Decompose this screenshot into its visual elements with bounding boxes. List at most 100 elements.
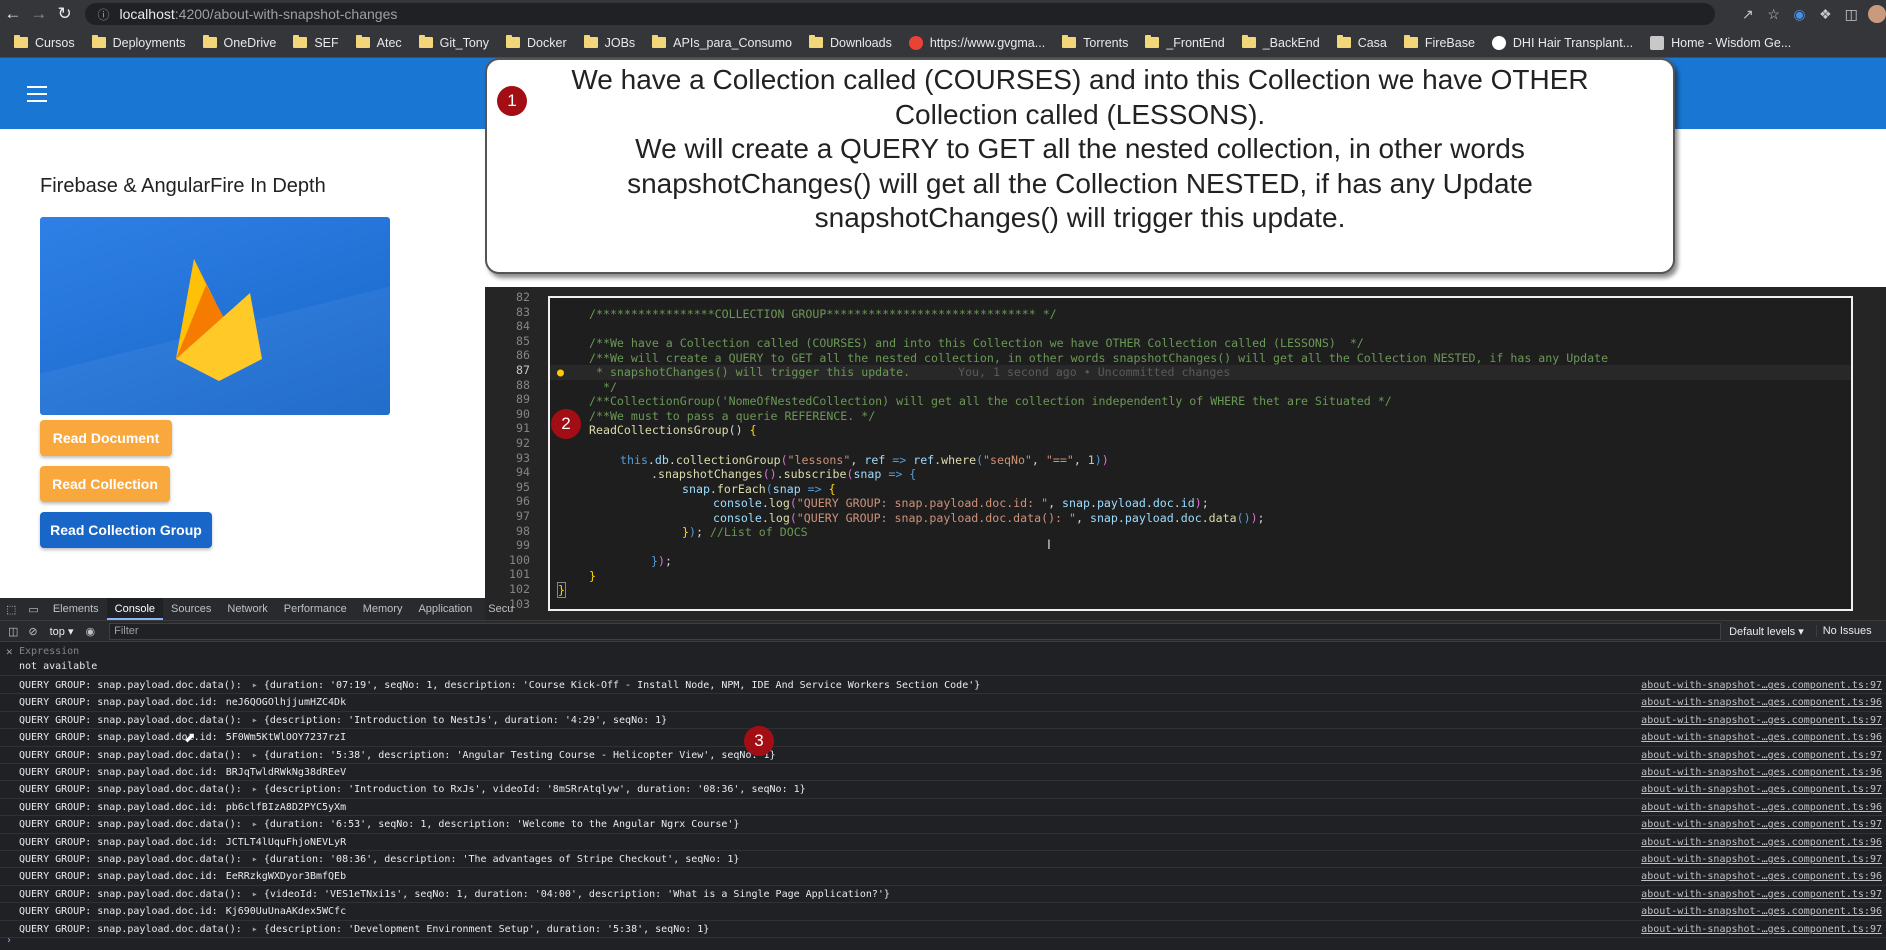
info-icon[interactable]: ⓘ xyxy=(97,6,109,23)
console-row[interactable]: QUERY GROUP: snap.payload.doc.id: JCTLT4l… xyxy=(0,834,1886,851)
source-link[interactable]: about-with-snapshot-…ges.component.ts:97 xyxy=(1641,921,1882,938)
issues-badge[interactable]: No Issues xyxy=(1815,625,1872,637)
console-row[interactable]: QUERY GROUP: snap.payload.doc.data(): ▸ {… xyxy=(0,781,1886,799)
code-editor[interactable]: /*****************COLLECTION GROUP******… xyxy=(548,296,1853,611)
source-link[interactable]: about-with-snapshot-…ges.component.ts:97 xyxy=(1641,886,1882,903)
console-prompt[interactable]: › xyxy=(6,935,12,946)
sidebar-toggle-icon[interactable]: ◫ xyxy=(0,625,22,638)
bookmark-apis[interactable]: APIs_para_Consumo xyxy=(652,35,792,50)
device-toggle-icon[interactable]: ▭ xyxy=(22,603,44,616)
console-row[interactable]: QUERY GROUP: snap.payload.doc.data(): ▸ {… xyxy=(0,747,1886,764)
bookmark-git-tony[interactable]: Git_Tony xyxy=(418,35,489,50)
expand-triangle-icon[interactable]: ▸ xyxy=(252,889,264,900)
expand-triangle-icon[interactable]: ▸ xyxy=(252,784,264,795)
expression-label[interactable]: Expression xyxy=(19,646,79,657)
lightbulb-icon[interactable]: ● xyxy=(557,365,564,380)
bookmark-sef[interactable]: SEF xyxy=(293,35,339,50)
console-row[interactable]: QUERY GROUP: snap.payload.doc.id: BRJqTwl… xyxy=(0,764,1886,782)
bookmark-dhi[interactable]: DHI Hair Transplant... xyxy=(1491,35,1633,50)
expand-triangle-icon[interactable]: ▸ xyxy=(252,854,264,865)
expand-triangle-icon[interactable]: ▸ xyxy=(252,819,264,830)
tab-sources[interactable]: Sources xyxy=(163,598,219,620)
bookmark-cursos[interactable]: Cursos xyxy=(14,35,75,50)
tab-network[interactable]: Network xyxy=(219,598,275,620)
bookmark-gvgma[interactable]: https://www.gvgma... xyxy=(908,35,1045,50)
share-icon[interactable]: ↗ xyxy=(1735,6,1761,23)
console-row[interactable]: QUERY GROUP: snap.payload.doc.data(): ▸ {… xyxy=(0,851,1886,869)
bookmark-torrents[interactable]: Torrents xyxy=(1062,35,1128,50)
bookmark-casa[interactable]: Casa xyxy=(1336,35,1387,50)
source-link[interactable]: about-with-snapshot-…ges.component.ts:96 xyxy=(1641,694,1882,711)
bookmark-wisdom[interactable]: Home - Wisdom Ge... xyxy=(1650,35,1791,50)
tab-console[interactable]: Console xyxy=(106,598,164,620)
profile-avatar[interactable] xyxy=(1868,5,1886,23)
source-link[interactable]: about-with-snapshot-…ges.component.ts:97 xyxy=(1641,677,1882,694)
object-preview[interactable]: {description: 'Development Environment S… xyxy=(264,924,710,935)
source-link[interactable]: about-with-snapshot-…ges.component.ts:96 xyxy=(1641,903,1882,920)
address-bar-input[interactable]: ⓘ localhost:4200/about-with-snapshot-cha… xyxy=(85,3,1715,25)
console-row[interactable]: QUERY GROUP: snap.payload.doc.id: EeRRzkg… xyxy=(0,868,1886,886)
context-select[interactable]: top ▾ xyxy=(44,625,80,638)
sidebar-icon[interactable]: ◫ xyxy=(1838,6,1864,23)
puzzle-icon[interactable]: ❖ xyxy=(1812,6,1838,23)
object-preview[interactable]: {duration: '08:36', description: 'The ad… xyxy=(264,854,740,865)
extension-circle-icon[interactable]: ◉ xyxy=(1787,6,1813,23)
console-row[interactable]: QUERY GROUP: snap.payload.doc.id: pb6clfB… xyxy=(0,799,1886,817)
source-link[interactable]: about-with-snapshot-…ges.component.ts:96 xyxy=(1641,764,1882,781)
source-link[interactable]: about-with-snapshot-…ges.component.ts:96 xyxy=(1641,834,1882,851)
tab-security[interactable]: Secu xyxy=(480,598,521,620)
tab-application[interactable]: Application xyxy=(410,598,480,620)
object-preview[interactable]: {duration: '6:53', seqNo: 1, description… xyxy=(264,819,740,830)
console-row[interactable]: QUERY GROUP: snap.payload.doc.id: neJ6QOG… xyxy=(0,694,1886,712)
console-row[interactable]: QUERY GROUP: snap.payload.doc.data(): ▸ {… xyxy=(0,816,1886,834)
source-link[interactable]: about-with-snapshot-…ges.component.ts:97 xyxy=(1641,712,1882,729)
console-row[interactable]: QUERY GROUP: snap.payload.doc.data(): ▸ {… xyxy=(0,921,1886,938)
object-preview[interactable]: {duration: '5:38', description: 'Angular… xyxy=(264,750,776,761)
source-link[interactable]: about-with-snapshot-…ges.component.ts:97 xyxy=(1641,816,1882,833)
back-arrow-icon[interactable]: ← xyxy=(0,0,26,28)
forward-arrow-icon[interactable]: → xyxy=(26,0,52,28)
object-preview[interactable]: {description: 'Introduction to NestJs', … xyxy=(264,715,667,726)
star-icon[interactable]: ☆ xyxy=(1761,6,1787,23)
eye-icon[interactable]: ◉ xyxy=(80,625,102,638)
levels-select[interactable]: Default levels ▾ xyxy=(1729,625,1804,638)
source-link[interactable]: about-with-snapshot-…ges.component.ts:97 xyxy=(1641,747,1882,764)
console-row[interactable]: QUERY GROUP: snap.payload.doc.data(): ▸ {… xyxy=(0,677,1886,695)
tab-performance[interactable]: Performance xyxy=(276,598,355,620)
read-collection-button[interactable]: Read Collection xyxy=(40,466,170,502)
bookmark-frontend[interactable]: _FrontEnd xyxy=(1145,35,1225,50)
expand-triangle-icon[interactable]: ▸ xyxy=(252,750,264,761)
bookmark-onedrive[interactable]: OneDrive xyxy=(202,35,276,50)
bookmark-jobs[interactable]: JOBs xyxy=(583,35,635,50)
menu-icon[interactable] xyxy=(27,86,47,102)
source-link[interactable]: about-with-snapshot-…ges.component.ts:96 xyxy=(1641,799,1882,816)
reload-icon[interactable]: ↻ xyxy=(52,0,78,28)
object-preview[interactable]: {videoId: 'VES1eTNxi1s', seqNo: 1, durat… xyxy=(264,889,890,900)
expand-triangle-icon[interactable]: ▸ xyxy=(252,924,264,935)
source-link[interactable]: about-with-snapshot-…ges.component.ts:97 xyxy=(1641,851,1882,868)
read-document-button[interactable]: Read Document xyxy=(40,420,172,456)
object-preview[interactable]: {duration: '07:19', seqNo: 1, descriptio… xyxy=(264,680,980,691)
bookmark-backend[interactable]: _BackEnd xyxy=(1241,35,1320,50)
console-row[interactable]: QUERY GROUP: snap.payload.doc.data(): ▸ {… xyxy=(0,712,1886,730)
console-row[interactable]: QUERY GROUP: snap.payload.doc.id: Kj690Uu… xyxy=(0,903,1886,921)
read-collection-group-button[interactable]: Read Collection Group xyxy=(40,512,212,548)
bookmark-atec[interactable]: Atec xyxy=(355,35,402,50)
object-preview[interactable]: {description: 'Introduction to RxJs', vi… xyxy=(264,784,806,795)
bookmark-downloads[interactable]: Downloads xyxy=(809,35,892,50)
source-link[interactable]: about-with-snapshot-…ges.component.ts:96 xyxy=(1641,868,1882,885)
tab-elements[interactable]: Elements xyxy=(45,598,107,620)
inspect-icon[interactable]: ⬚ xyxy=(0,603,22,616)
console-row[interactable]: QUERY GROUP: snap.payload.doc.data(): ▸ {… xyxy=(0,886,1886,904)
bookmark-firebase[interactable]: FireBase xyxy=(1403,35,1475,50)
console-row[interactable]: QUERY GROUP: snap.payload.doc.id: 5F0Wm5K… xyxy=(0,729,1886,747)
clear-console-icon[interactable]: ⊘ xyxy=(22,625,43,638)
expand-triangle-icon[interactable]: ▸ xyxy=(252,680,264,691)
source-link[interactable]: about-with-snapshot-…ges.component.ts:96 xyxy=(1641,729,1882,746)
bookmark-deployments[interactable]: Deployments xyxy=(91,35,186,50)
filter-input[interactable]: Filter xyxy=(109,622,1722,640)
tab-memory[interactable]: Memory xyxy=(355,598,411,620)
source-link[interactable]: about-with-snapshot-…ges.component.ts:97 xyxy=(1641,781,1882,798)
expand-triangle-icon[interactable]: ▸ xyxy=(252,715,264,726)
bookmark-docker[interactable]: Docker xyxy=(506,35,567,50)
